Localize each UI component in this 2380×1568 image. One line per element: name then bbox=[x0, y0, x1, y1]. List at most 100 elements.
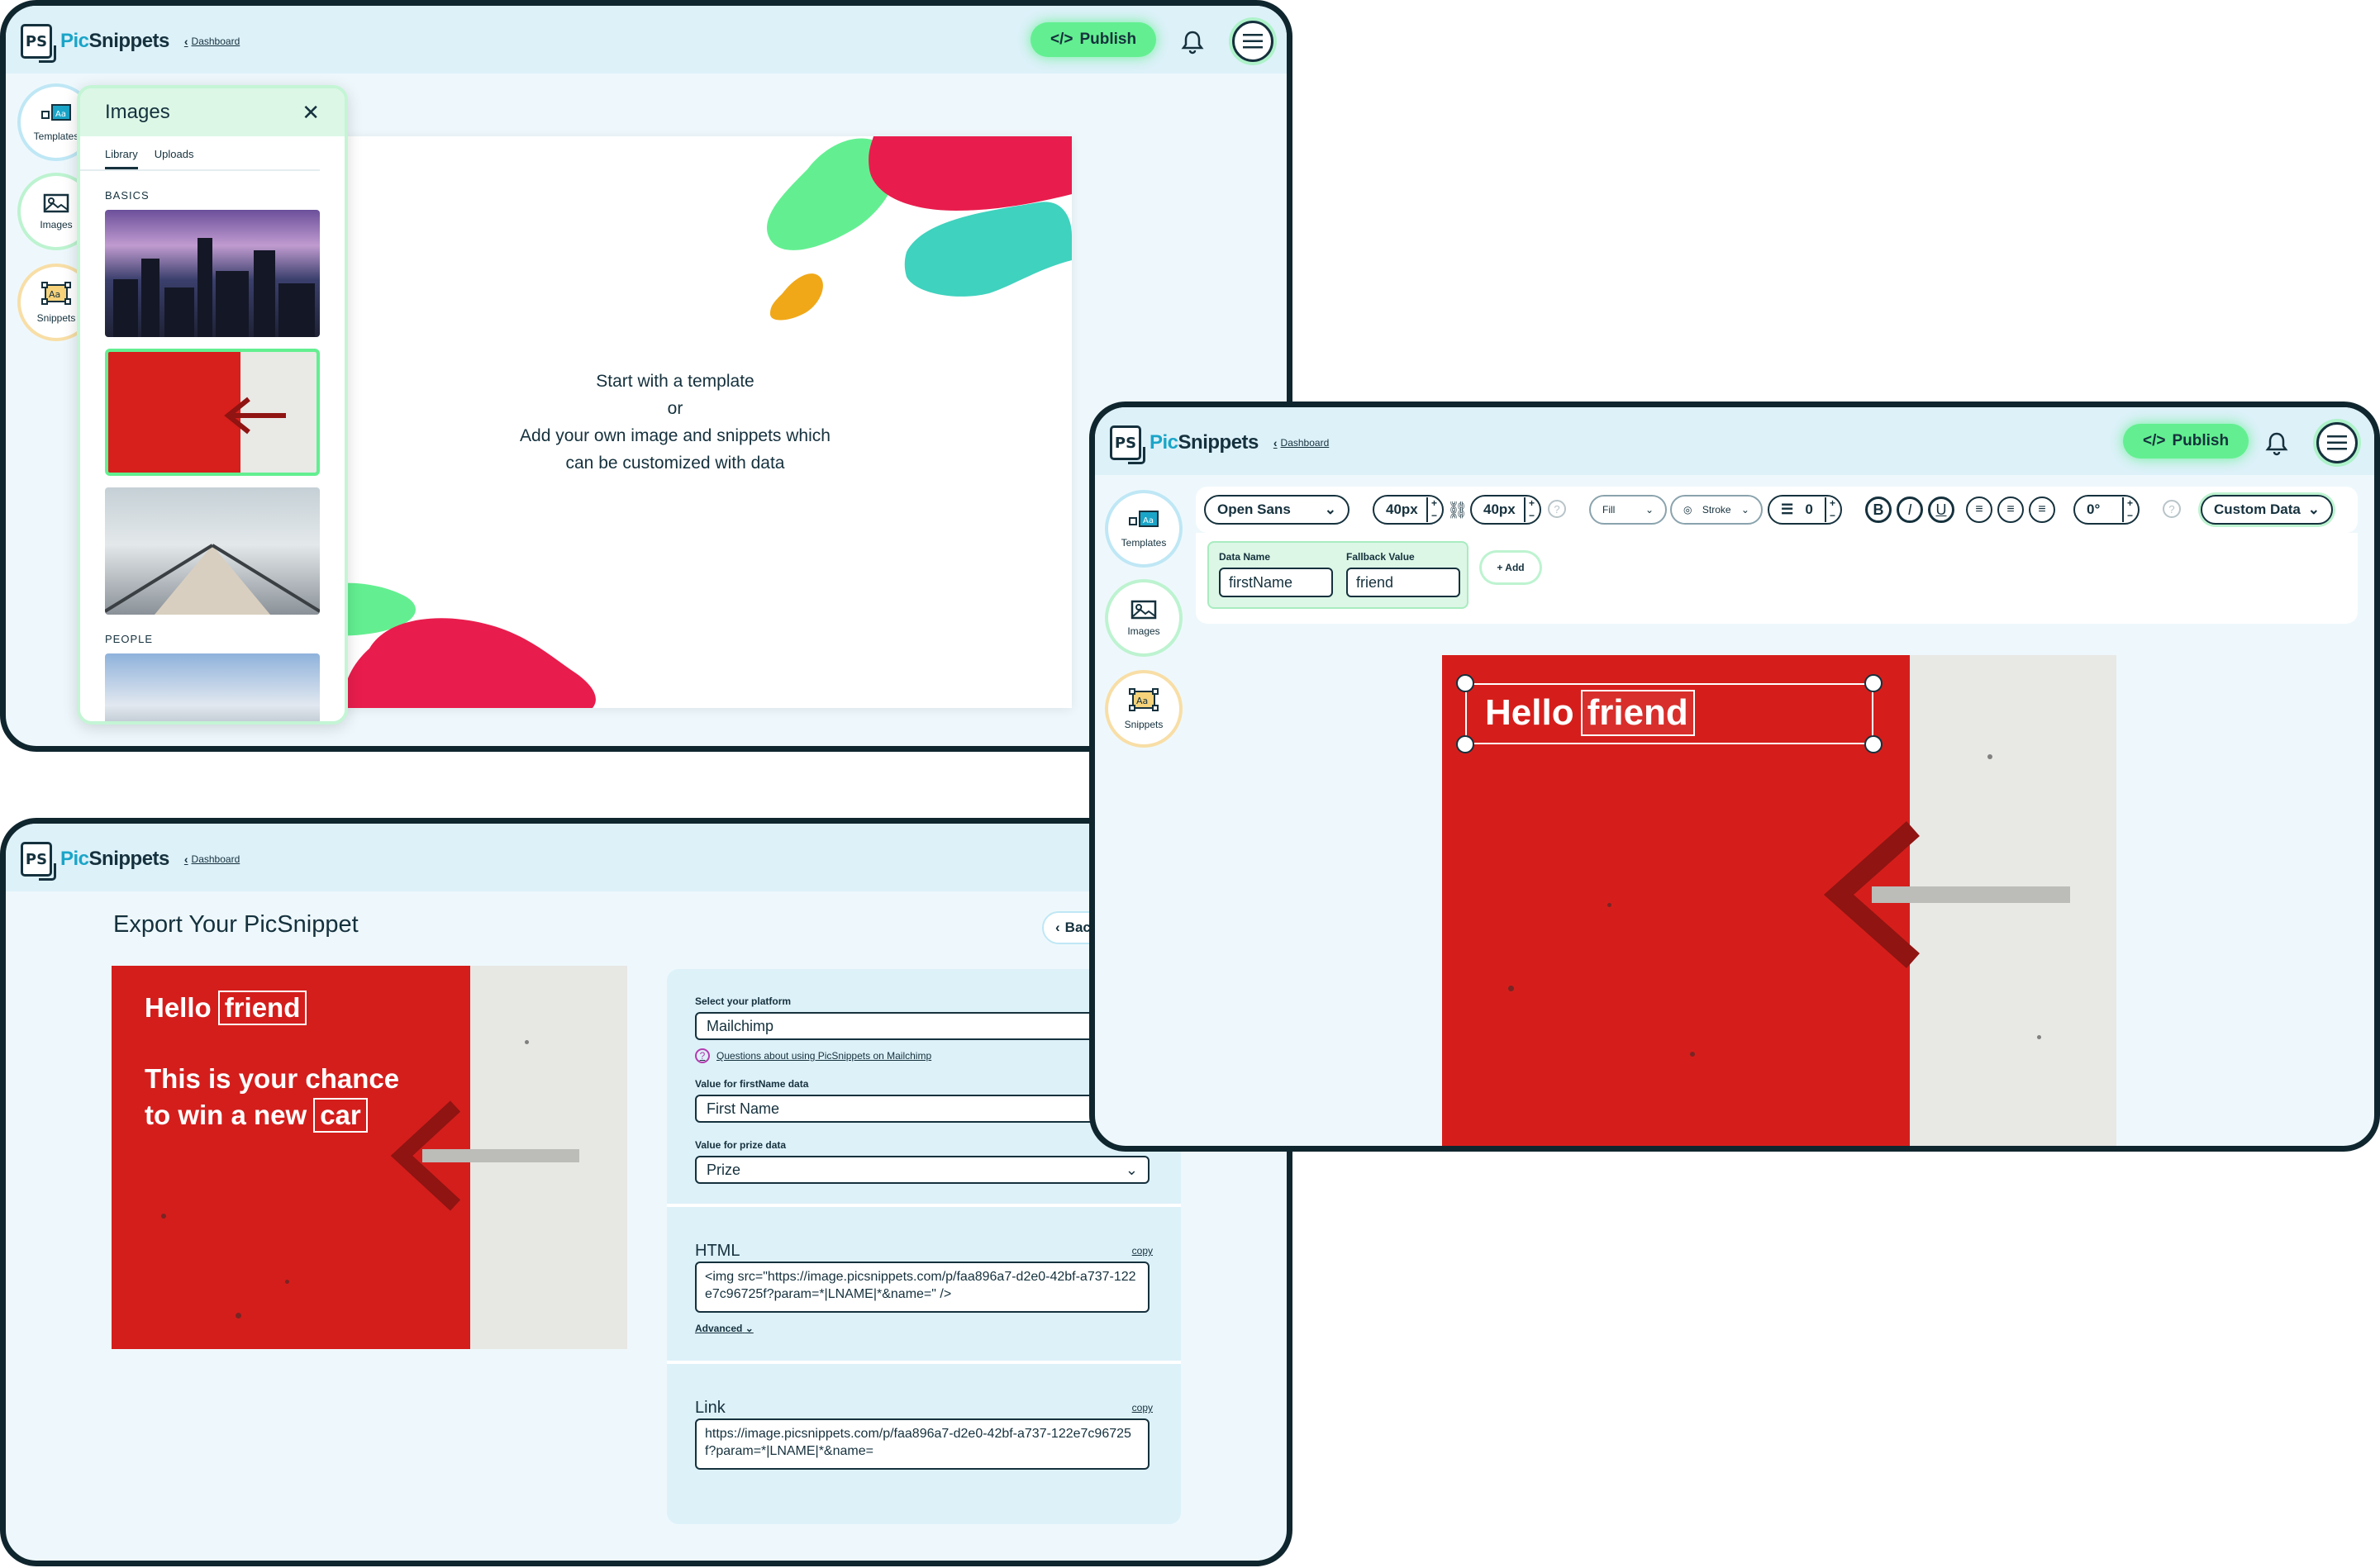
notifications-bell-icon[interactable] bbox=[1176, 26, 1209, 59]
link-field[interactable]: https://image.picsnippets.com/p/faa896a7… bbox=[695, 1418, 1150, 1470]
preview-car-token: car bbox=[313, 1098, 368, 1133]
copy-html-link[interactable]: copy bbox=[1132, 1245, 1153, 1257]
prize-select[interactable]: Prize ⌄ bbox=[695, 1156, 1150, 1184]
chevron-down-icon: ⌄ bbox=[2307, 501, 2320, 517]
snippets-icon: Aa bbox=[40, 281, 72, 309]
custom-data-select[interactable]: Custom Data ⌄ bbox=[2201, 495, 2333, 525]
line-height-stepper[interactable]: 40px + − bbox=[1470, 495, 1541, 525]
data-field-card: Data Name Fallback Value firstName frien… bbox=[1207, 541, 1468, 609]
resize-handle[interactable] bbox=[1456, 674, 1474, 692]
hamburger-menu-icon[interactable] bbox=[2316, 422, 2358, 463]
publish-button[interactable]: </> Publish bbox=[1031, 22, 1157, 57]
rail-templates-button[interactable]: Aa Templates bbox=[1108, 493, 1179, 564]
add-data-button[interactable]: + Add bbox=[1482, 553, 1540, 582]
logo[interactable]: PS PicSnippets ‹ Dashboard bbox=[21, 840, 240, 881]
notifications-bell-icon[interactable] bbox=[2260, 427, 2293, 460]
preview-hello: Hello bbox=[145, 992, 212, 1023]
stepper-icon: + − bbox=[1426, 497, 1437, 522]
rotation-stepper[interactable]: 0° + − bbox=[2073, 495, 2140, 525]
fallback-input[interactable]: friend bbox=[1346, 568, 1460, 597]
arrow-left-icon bbox=[224, 397, 286, 435]
help-link[interactable]: ? Questions about using PicSnippets on Ma… bbox=[695, 1048, 931, 1063]
stepper-icon: + − bbox=[1824, 497, 1835, 522]
hamburger-menu-icon[interactable] bbox=[1232, 21, 1273, 62]
underline-button[interactable]: U bbox=[1928, 497, 1954, 523]
resize-handle[interactable] bbox=[1864, 735, 1883, 753]
logo-mark: PS bbox=[21, 842, 56, 881]
image-icon bbox=[1130, 600, 1157, 622]
firstname-field[interactable]: First Name bbox=[695, 1095, 1150, 1123]
align-left-icon[interactable]: ≡ bbox=[1966, 497, 1992, 523]
platform-select[interactable]: Mailchimp bbox=[695, 1012, 1150, 1040]
tab-library[interactable]: Library bbox=[105, 148, 138, 169]
breadcrumb-dashboard[interactable]: ‹ Dashboard bbox=[184, 853, 240, 866]
code-icon: </> bbox=[1050, 31, 1073, 48]
rail-snippets-button[interactable]: Aa Snippets bbox=[1108, 673, 1179, 744]
arrow-left-icon bbox=[390, 1100, 579, 1211]
stroke-select[interactable]: ◎ Stroke ⌄ bbox=[1670, 495, 1763, 525]
logo-name-pic: Pic bbox=[60, 30, 89, 52]
logo-name-snippets: Snippets bbox=[1178, 431, 1259, 454]
logo-name-snippets: Snippets bbox=[88, 848, 170, 870]
breadcrumb-dashboard[interactable]: ‹ Dashboard bbox=[1273, 436, 1329, 449]
breadcrumb-dashboard[interactable]: ‹ Dashboard bbox=[184, 35, 240, 48]
chevron-down-icon: ⌄ bbox=[1125, 1161, 1138, 1178]
image-thumbnail-pier[interactable] bbox=[105, 487, 320, 615]
section-people-label: PEOPLE bbox=[105, 633, 154, 645]
tab-uploads[interactable]: Uploads bbox=[155, 148, 194, 169]
html-code-field[interactable]: <img src="https://image.picsnippets.com/… bbox=[695, 1262, 1150, 1313]
page-title: Export Your PicSnippet bbox=[113, 911, 359, 938]
unlink-icon[interactable]: ⛓ bbox=[1447, 500, 1468, 520]
svg-text:Aa: Aa bbox=[1143, 516, 1154, 525]
publish-button[interactable]: </> Publish bbox=[2123, 424, 2249, 459]
resize-handle[interactable] bbox=[1456, 735, 1474, 753]
editor-canvas-image[interactable]: Hello friend bbox=[1442, 655, 2116, 1146]
svg-text:Aa: Aa bbox=[49, 289, 60, 300]
chevron-left-icon: ‹ bbox=[183, 35, 188, 48]
advanced-toggle[interactable]: Advanced ⌄ bbox=[695, 1323, 754, 1334]
help-icon[interactable]: ? bbox=[1548, 500, 1566, 518]
empty-canvas-message: Start with a template or Add your own im… bbox=[520, 372, 831, 473]
image-thumbnail-city[interactable] bbox=[105, 210, 320, 337]
divider bbox=[667, 1361, 1181, 1364]
preview-line2: This is your chance bbox=[145, 1063, 400, 1094]
logo-name-snippets: Snippets bbox=[88, 30, 170, 52]
help-icon[interactable]: ? bbox=[2163, 500, 2181, 518]
logo-name-pic: Pic bbox=[1150, 431, 1178, 454]
template-canvas[interactable]: Start with a template or Add your own im… bbox=[278, 136, 1072, 708]
close-icon[interactable]: ✕ bbox=[302, 100, 320, 126]
image-thumbnail-red-wall[interactable] bbox=[105, 349, 320, 476]
bold-button[interactable]: B bbox=[1865, 497, 1892, 523]
editable-text[interactable]: Hello friend bbox=[1485, 690, 1695, 736]
preview-line3: to win a new bbox=[145, 1100, 307, 1130]
stroke-circle-icon: ◎ bbox=[1683, 504, 1692, 516]
firstname-label: Value for firstName data bbox=[695, 1078, 809, 1090]
align-right-icon[interactable]: ≡ bbox=[2029, 497, 2055, 523]
image-thumbnail-people[interactable] bbox=[105, 653, 320, 721]
images-panel: Images ✕ Library Uploads BASICS PEOPLE bbox=[77, 85, 348, 725]
panel-tabs: Library Uploads bbox=[80, 136, 320, 171]
friend-data-token[interactable]: friend bbox=[1580, 690, 1695, 736]
chevron-down-icon: ⌄ bbox=[1645, 504, 1654, 516]
logo-name-pic: Pic bbox=[60, 848, 89, 870]
window-editor: PS PicSnippets ‹ Dashboard </> Publish Aa … bbox=[1089, 402, 2380, 1152]
rail-images-button[interactable]: Images bbox=[1108, 582, 1179, 653]
chevron-down-icon: ⌄ bbox=[745, 1323, 754, 1334]
platform-label: Select your platform bbox=[695, 995, 792, 1007]
copy-link-link[interactable]: copy bbox=[1132, 1402, 1153, 1414]
font-select[interactable]: Open Sans ⌄ bbox=[1204, 495, 1349, 525]
align-center-icon[interactable]: ≡ bbox=[1997, 497, 2024, 523]
chevron-down-icon: ⌄ bbox=[1324, 501, 1336, 517]
question-icon: ? bbox=[695, 1048, 710, 1063]
logo-mark: PS bbox=[1110, 425, 1145, 464]
stroke-width-stepper[interactable]: ☰ 0 + − bbox=[1768, 495, 1842, 525]
logo[interactable]: PS PicSnippets ‹ Dashboard bbox=[21, 22, 240, 63]
arrow-left-icon bbox=[1823, 821, 2070, 968]
chevron-left-icon: ‹ bbox=[183, 853, 188, 866]
resize-handle[interactable] bbox=[1864, 674, 1883, 692]
data-name-input[interactable]: firstName bbox=[1219, 568, 1333, 597]
italic-button[interactable]: I bbox=[1897, 497, 1923, 523]
logo[interactable]: PS PicSnippets ‹ Dashboard bbox=[1110, 424, 1329, 464]
fill-select[interactable]: Fill ⌄ bbox=[1589, 495, 1667, 525]
font-size-stepper[interactable]: 40px + − bbox=[1373, 495, 1444, 525]
